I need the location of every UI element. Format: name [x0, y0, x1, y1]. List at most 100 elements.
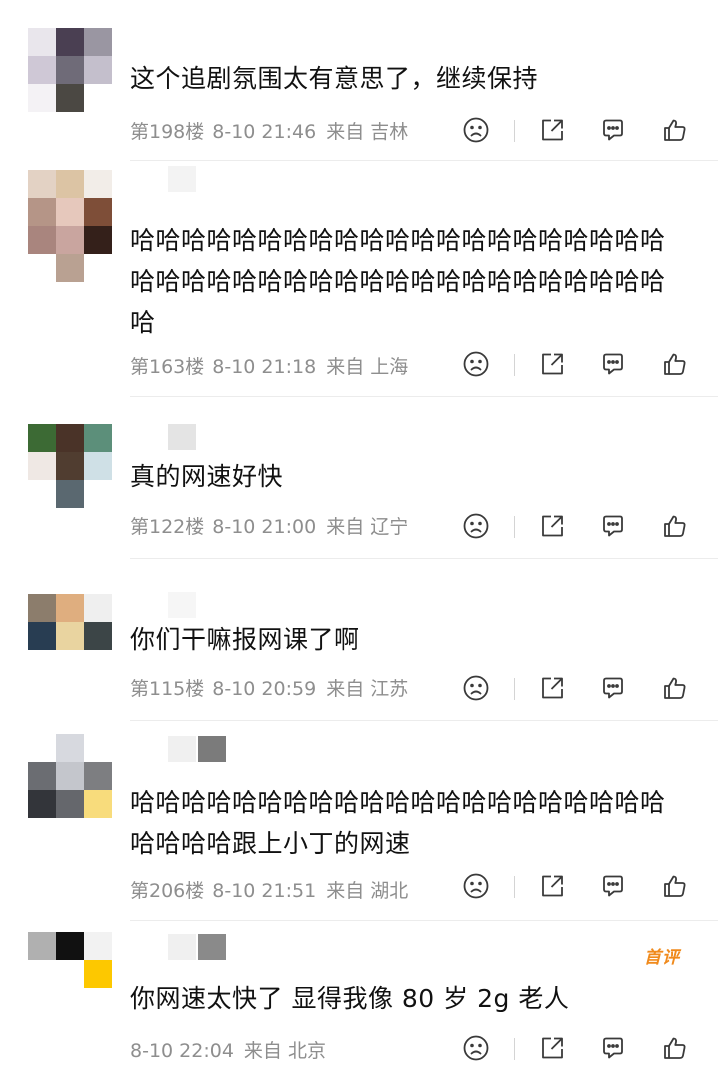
- location-label: 吉林: [370, 121, 409, 143]
- share-button[interactable]: [534, 114, 570, 150]
- comment-actions: [458, 1032, 698, 1068]
- avatar[interactable]: [28, 932, 114, 1016]
- comment-actions: [458, 114, 698, 150]
- from-label: 来自: [326, 678, 365, 700]
- avatar-pixel: [28, 480, 56, 508]
- nickname-blur[interactable]: [168, 166, 196, 192]
- avatar-pixel: [28, 650, 56, 678]
- share-button[interactable]: [534, 348, 570, 384]
- like-button[interactable]: [657, 672, 693, 708]
- floor-number: 第198楼: [130, 121, 205, 143]
- avatar-pixel: [84, 734, 112, 762]
- floor-number: 第122楼: [130, 516, 205, 538]
- share-arrow-icon: [538, 350, 566, 382]
- floor-number: 第206楼: [130, 880, 205, 902]
- comment-text: 真的网速好快: [130, 462, 284, 491]
- reply-button[interactable]: [595, 348, 631, 384]
- nickname-blur[interactable]: [168, 424, 196, 450]
- nickname-blur[interactable]: [168, 736, 226, 762]
- like-button[interactable]: [657, 510, 693, 546]
- avatar[interactable]: [28, 170, 114, 282]
- avatar[interactable]: [28, 594, 114, 678]
- reply-button[interactable]: [595, 510, 631, 546]
- avatar-pixel: [28, 960, 56, 988]
- comment-time: 8-10 21:51: [212, 880, 317, 902]
- avatar-pixel: [28, 84, 56, 112]
- reply-button[interactable]: [595, 672, 631, 708]
- like-button[interactable]: [657, 114, 693, 150]
- like-button[interactable]: [657, 1032, 693, 1068]
- avatar-pixel: [28, 790, 56, 818]
- comment-meta: 8-10 22:04 来自 北京: [130, 1036, 326, 1066]
- avatar[interactable]: [28, 734, 114, 818]
- from-label: 来自: [326, 880, 365, 902]
- comment-meta: 第122楼 8-10 21:00 来自 辽宁: [130, 512, 408, 542]
- action-separator: [514, 678, 515, 700]
- avatar-pixel: [56, 198, 84, 226]
- share-button[interactable]: [534, 1032, 570, 1068]
- avatar-pixel: [84, 170, 112, 198]
- avatar-pixel: [84, 480, 112, 508]
- dislike-button[interactable]: [458, 870, 494, 906]
- comment-actions: [458, 672, 698, 708]
- share-arrow-icon: [538, 872, 566, 904]
- comment-text: 你们干嘛报网课了啊: [130, 625, 360, 654]
- nickname-blur[interactable]: [168, 592, 196, 618]
- avatar-pixel: [84, 424, 112, 452]
- comment-meta: 第163楼 8-10 21:18 来自 上海: [130, 352, 408, 382]
- comment-actions: [458, 510, 698, 546]
- share-button[interactable]: [534, 870, 570, 906]
- frown-face-icon: [462, 872, 490, 904]
- dislike-button[interactable]: [458, 114, 494, 150]
- comment-actions: [458, 348, 698, 384]
- comment-time: 8-10 21:46: [212, 121, 317, 143]
- nickname-blur[interactable]: [168, 934, 226, 960]
- avatar[interactable]: [28, 28, 114, 112]
- avatar-pixel: [28, 424, 56, 452]
- reply-button[interactable]: [595, 1032, 631, 1068]
- reply-button[interactable]: [595, 870, 631, 906]
- comment-time: 8-10 22:04: [130, 1040, 234, 1062]
- comment-text: 哈哈哈哈哈哈哈哈哈哈哈哈哈哈哈哈哈哈哈哈哈哈哈哈哈哈哈哈哈哈哈哈哈哈哈哈哈哈哈哈…: [130, 226, 666, 337]
- from-label: 来自: [243, 1040, 282, 1062]
- share-button[interactable]: [534, 510, 570, 546]
- comment-bubble-icon: [599, 512, 627, 544]
- avatar-pixel: [56, 622, 84, 650]
- dislike-button[interactable]: [458, 672, 494, 708]
- like-button[interactable]: [657, 348, 693, 384]
- thumbs-up-icon: [661, 674, 689, 706]
- avatar-pixel: [56, 170, 84, 198]
- comment-text: 哈哈哈哈哈哈哈哈哈哈哈哈哈哈哈哈哈哈哈哈哈哈哈哈哈跟上小丁的网速: [130, 788, 666, 858]
- location-label: 北京: [287, 1040, 326, 1062]
- comment-bubble-icon: [599, 872, 627, 904]
- from-label: 来自: [326, 356, 365, 378]
- frown-face-icon: [462, 512, 490, 544]
- comment-bubble-icon: [599, 350, 627, 382]
- avatar-pixel: [28, 594, 56, 622]
- avatar-pixel: [28, 622, 56, 650]
- avatar-pixel: [84, 198, 112, 226]
- dislike-button[interactable]: [458, 348, 494, 384]
- avatar-pixel: [28, 56, 56, 84]
- reply-button[interactable]: [595, 114, 631, 150]
- dislike-button[interactable]: [458, 1032, 494, 1068]
- avatar[interactable]: [28, 424, 114, 508]
- dislike-button[interactable]: [458, 510, 494, 546]
- thumbs-up-icon: [661, 512, 689, 544]
- action-separator: [514, 516, 515, 538]
- divider: [130, 720, 718, 721]
- avatar-pixel: [28, 932, 56, 960]
- avatar-pixel: [84, 594, 112, 622]
- like-button[interactable]: [657, 870, 693, 906]
- avatar-pixel: [84, 226, 112, 254]
- avatar-pixel: [56, 84, 84, 112]
- share-button[interactable]: [534, 672, 570, 708]
- comment-meta: 第198楼 8-10 21:46 来自 吉林: [130, 117, 408, 147]
- avatar-pixel: [28, 452, 56, 480]
- comment-text: 这个追剧氛围太有意思了，继续保持: [130, 64, 539, 93]
- action-separator: [514, 354, 515, 376]
- thumbs-up-icon: [661, 116, 689, 148]
- nickname-pixel: [168, 424, 196, 450]
- share-arrow-icon: [538, 674, 566, 706]
- avatar-pixel: [28, 198, 56, 226]
